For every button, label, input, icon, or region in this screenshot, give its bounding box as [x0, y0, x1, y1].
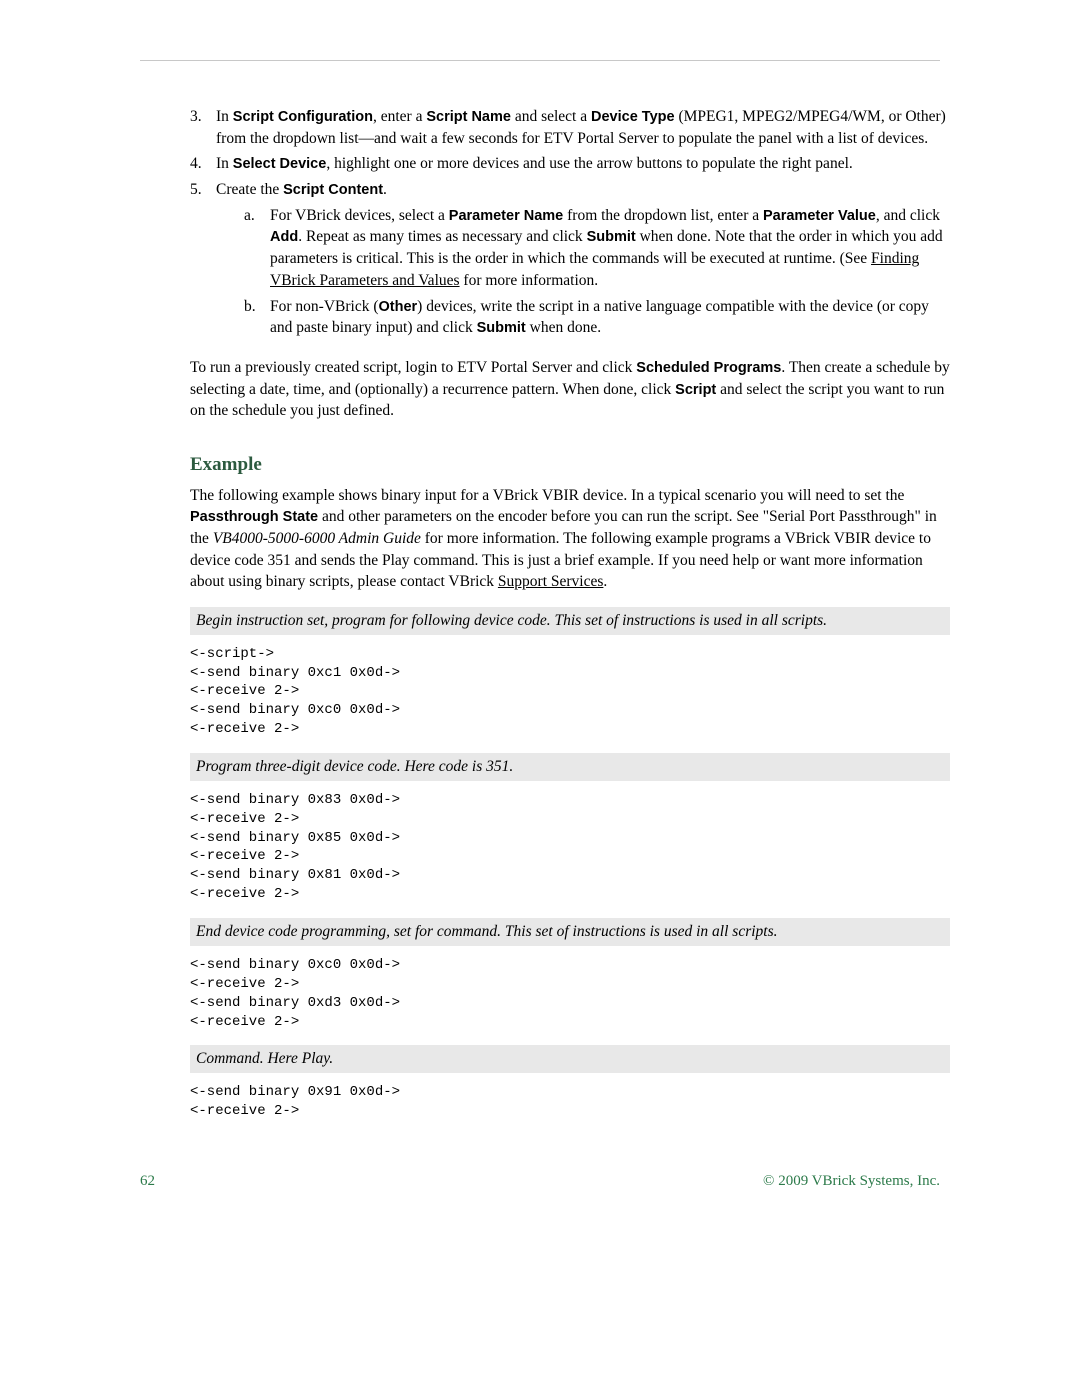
bold: Device Type	[591, 109, 675, 125]
bold: Parameter Name	[449, 208, 563, 224]
step-4: 4. In Select Device, highlight one or mo…	[190, 153, 950, 175]
text: The following example shows binary input…	[190, 487, 904, 504]
instruction-bar-3: End device code programming, set for com…	[190, 918, 950, 946]
text: .	[383, 181, 387, 198]
text: To run a previously created script, logi…	[190, 359, 636, 376]
text: , enter a	[373, 108, 426, 125]
substeps: a. For VBrick devices, select a Paramete…	[216, 205, 950, 339]
sub-body: For VBrick devices, select a Parameter N…	[270, 205, 950, 292]
link-support-services[interactable]: Support Services	[498, 573, 603, 590]
bold: Other	[379, 299, 418, 315]
substep-b: b. For non-VBrick (Other) devices, write…	[244, 296, 950, 339]
code-block-4: <-send binary 0x91 0x0d-> <-receive 2->	[190, 1083, 950, 1121]
step-body: In Select Device, highlight one or more …	[216, 153, 950, 175]
step-3: 3. In Script Configuration, enter a Scri…	[190, 106, 950, 149]
page-footer: 62 © 2009 VBrick Systems, Inc.	[130, 1171, 950, 1192]
steps-list: 3. In Script Configuration, enter a Scri…	[190, 106, 950, 343]
instruction-bar-1: Begin instruction set, program for follo…	[190, 607, 950, 635]
bold: Submit	[587, 229, 636, 245]
text: when done.	[526, 319, 601, 336]
text: Create the	[216, 181, 283, 198]
page-number: 62	[140, 1171, 155, 1192]
step-num: 4.	[190, 153, 216, 175]
text: for more information.	[460, 272, 599, 289]
bold: Scheduled Programs	[636, 360, 781, 376]
instruction-bar-2: Program three-digit device code. Here co…	[190, 753, 950, 781]
code-block-3: <-send binary 0xc0 0x0d-> <-receive 2-> …	[190, 956, 950, 1032]
copyright: © 2009 VBrick Systems, Inc.	[763, 1171, 940, 1192]
sub-num: b.	[244, 296, 270, 339]
code-block-1: <-script-> <-send binary 0xc1 0x0d-> <-r…	[190, 645, 950, 739]
example-paragraph: The following example shows binary input…	[190, 485, 950, 593]
text: .	[603, 573, 607, 590]
bold: Passthrough State	[190, 509, 318, 525]
step-body: In Script Configuration, enter a Script …	[216, 106, 950, 149]
bold: Script Configuration	[233, 109, 373, 125]
bold: Script	[675, 382, 716, 398]
text: , and click	[876, 207, 940, 224]
text: In	[216, 108, 233, 125]
top-rule	[140, 60, 940, 61]
run-script-paragraph: To run a previously created script, logi…	[190, 357, 950, 422]
text: In	[216, 155, 233, 172]
text: For non-VBrick (	[270, 298, 379, 315]
instruction-bar-4: Command. Here Play.	[190, 1045, 950, 1073]
step-num: 3.	[190, 106, 216, 149]
bold: Script Name	[426, 109, 511, 125]
bold: Submit	[477, 320, 526, 336]
text: , highlight one or more devices and use …	[326, 155, 852, 172]
bold: Select Device	[233, 156, 327, 172]
sub-num: a.	[244, 205, 270, 292]
body-content: 3. In Script Configuration, enter a Scri…	[190, 106, 950, 1121]
code-block-2: <-send binary 0x83 0x0d-> <-receive 2-> …	[190, 791, 950, 904]
sub-body: For non-VBrick (Other) devices, write th…	[270, 296, 950, 339]
bold: Parameter Value	[763, 208, 876, 224]
step-5: 5. Create the Script Content. a. For VBr…	[190, 179, 950, 343]
text: from the dropdown list, enter a	[563, 207, 763, 224]
bold: Script Content	[283, 182, 383, 198]
step-body: Create the Script Content. a. For VBrick…	[216, 179, 950, 343]
bold: Add	[270, 229, 298, 245]
text: and select a	[511, 108, 591, 125]
text: . Repeat as many times as necessary and …	[298, 228, 586, 245]
italic: VB4000-5000-6000 Admin Guide	[213, 530, 421, 547]
step-num: 5.	[190, 179, 216, 343]
text: For VBrick devices, select a	[270, 207, 449, 224]
substep-a: a. For VBrick devices, select a Paramete…	[244, 205, 950, 292]
example-heading: Example	[190, 452, 950, 479]
